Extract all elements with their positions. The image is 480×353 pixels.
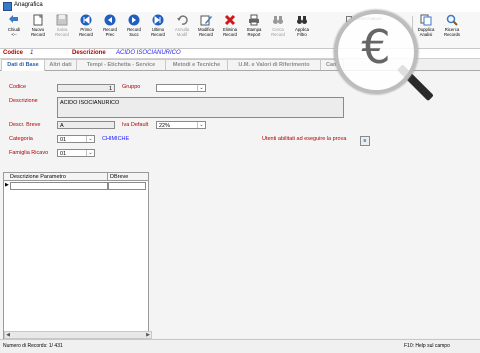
prev-record-icon: [104, 14, 116, 26]
gruppo-select[interactable]: ⌄: [156, 84, 206, 92]
new-row-indicator-icon: ▶: [5, 182, 9, 188]
delete-button[interactable]: Elimina Record: [218, 14, 242, 46]
column-header-descrizione-parametro[interactable]: Descrizione Parametro: [4, 173, 108, 181]
iva-default-select[interactable]: 22% ⌄: [156, 121, 206, 129]
last-record-button[interactable]: Ultimo Record: [146, 14, 170, 46]
filter-icon: [297, 16, 307, 24]
chevron-down-icon: ⌄: [197, 85, 205, 91]
next-record-icon: [128, 14, 140, 26]
euro-symbol-icon: €: [361, 20, 391, 74]
last-record-icon: [152, 14, 164, 26]
record-count: Numero di Records: 1/ 431: [3, 343, 63, 349]
prev-record-button[interactable]: Record Prec: [98, 14, 122, 46]
edit-icon: [200, 15, 212, 26]
undo-button[interactable]: Annulla Modif: [170, 14, 194, 46]
window-title: Anagrafica: [14, 2, 43, 8]
delete-icon: [224, 14, 236, 26]
famiglia-ricavo-select[interactable]: 01 ⌄: [57, 149, 95, 157]
chevron-down-icon: ⌄: [86, 150, 94, 156]
new-record-button[interactable]: Nuovo Record: [26, 14, 50, 46]
app-icon: [3, 2, 12, 11]
edit-button[interactable]: Modifica Record: [194, 14, 218, 46]
status-bar: Numero di Records: 1/ 431 F10: Help sul …: [0, 339, 480, 353]
descrizione-label: Descrizione: [9, 98, 38, 104]
parameters-grid: Descrizione Parametro DBreve ▶: [3, 172, 149, 340]
duplicate-analysis-button[interactable]: Dupplica Analisi: [414, 14, 438, 46]
search-records-button[interactable]: Ricerca Records: [440, 14, 464, 46]
duplicate-icon: [420, 14, 432, 26]
famiglia-ricavo-label: Famiglia Ricavo: [9, 150, 49, 156]
tab-dati-di-base[interactable]: Dati di Base: [1, 59, 45, 71]
undo-icon: [177, 15, 188, 25]
new-row-dbreve-cell[interactable]: [108, 182, 146, 190]
close-button[interactable]: Chiudi <--: [2, 14, 26, 46]
search-binoculars-icon: [273, 16, 283, 24]
chevron-down-icon: ⌄: [86, 136, 94, 142]
scroll-right-icon[interactable]: ▶: [145, 332, 151, 338]
codice-label: Codice: [9, 84, 27, 90]
first-record-icon: [80, 14, 92, 26]
chevron-down-icon: ⌄: [197, 122, 205, 128]
iva-default-label: Iva Default: [122, 122, 149, 128]
close-arrow-icon: [9, 15, 18, 23]
users-icon: ≡: [363, 138, 367, 144]
apply-filter-button[interactable]: Applica Filtro: [290, 14, 314, 46]
save-icon: [56, 14, 68, 26]
categoria-description: CHIMICHE: [102, 136, 130, 142]
next-record-button[interactable]: Record Succ: [122, 14, 146, 46]
tab-altri-dati[interactable]: Altri dati: [44, 59, 77, 70]
categoria-label: Categoria: [9, 136, 33, 142]
save-button[interactable]: Salva Record: [50, 14, 74, 46]
new-record-icon: [33, 14, 43, 26]
header-descrizione-value: ACIDO ISOCIANURICO: [116, 50, 181, 56]
magnifier-glass-icon: €: [334, 10, 418, 94]
scroll-left-icon[interactable]: ◀: [5, 332, 11, 338]
header-codice-label: Codice: [3, 50, 24, 56]
tab-um-valori-riferimento[interactable]: U.M. e Valori di Riferimento: [227, 59, 321, 70]
utenti-abilitati-label: Utenti abilitati ad eseguire la prova: [262, 136, 347, 142]
header-codice-value: 1: [30, 50, 34, 56]
tab-metodi-e-tecniche[interactable]: Metodi e Tecniche: [165, 59, 228, 70]
first-record-button[interactable]: Primo Record: [74, 14, 98, 46]
tab-tempi-etichetta-service[interactable]: Tempi - Etichetta - Service: [76, 59, 166, 70]
descrizione-field[interactable]: ACIDO ISOCIANURICO: [57, 97, 344, 118]
users-lookup-button[interactable]: ≡: [360, 136, 370, 146]
column-header-dbreve[interactable]: DBreve: [108, 173, 148, 181]
descr-breve-field[interactable]: A: [57, 121, 115, 129]
codice-field[interactable]: 1: [57, 84, 115, 92]
help-hint: F10: Help sul campo: [404, 343, 450, 349]
search-magnifier-icon: [446, 14, 458, 26]
header-descrizione-label: Descrizione: [72, 50, 106, 56]
gruppo-label: Gruppo: [122, 84, 141, 90]
print-icon: [249, 14, 259, 26]
new-row-descrizione-cell[interactable]: [10, 182, 108, 190]
descr-breve-label: Descr. Breve: [9, 122, 41, 128]
print-button[interactable]: Stampa Report: [242, 14, 266, 46]
grid-horizontal-scrollbar[interactable]: ◀ ▶: [4, 331, 152, 339]
categoria-select[interactable]: 01 ⌄: [57, 135, 95, 143]
find-record-button[interactable]: Cerca Record: [266, 14, 290, 46]
